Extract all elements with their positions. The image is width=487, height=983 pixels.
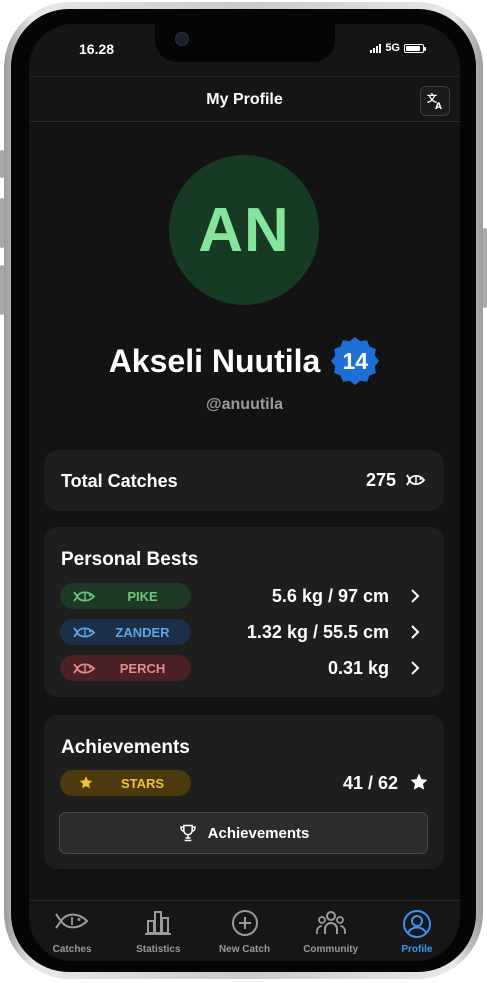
personal-best-row-pike[interactable]: PIKE 5.6 kg / 97 cm: [44, 583, 444, 609]
chevron-right-icon: [411, 661, 420, 675]
tab-label: Catches: [52, 944, 92, 955]
avatar: AN: [169, 155, 319, 305]
tab-community[interactable]: Community: [288, 901, 374, 961]
tab-profile[interactable]: Profile: [374, 901, 460, 961]
tab-new-catch[interactable]: New Catch: [201, 901, 287, 961]
species-pill: PERCH: [60, 655, 191, 681]
tab-label: New Catch: [218, 944, 271, 955]
personal-best-value: 5.6 kg / 97 cm: [271, 586, 389, 606]
tab-catches[interactable]: Catches: [29, 901, 115, 961]
total-catches-label: Total Catches: [61, 471, 178, 491]
front-camera: [175, 32, 189, 46]
achievements-button[interactable]: Achievements: [59, 812, 428, 854]
name-row: Akseli Nuutila 14: [29, 336, 460, 386]
plus-circle-icon: [201, 909, 287, 937]
fish-icon: [29, 909, 115, 933]
tab-label: Community: [303, 944, 359, 955]
screen: 16.28 5G My Profile 文 A AN Akseli Nuutil…: [29, 24, 460, 961]
tab-statistics[interactable]: Statistics: [115, 901, 201, 961]
star-icon: [410, 773, 428, 790]
achievements-button-label: Achievements: [207, 824, 310, 842]
trophy-icon: [179, 824, 196, 842]
signal-icon: [370, 43, 382, 53]
achievements-title: Achievements: [61, 737, 190, 758]
chevron-right-icon: [411, 625, 420, 639]
tab-label: Statistics: [136, 944, 181, 955]
stars-pill: STARS: [60, 770, 191, 796]
total-catches-value: 275: [365, 470, 396, 490]
avatar-initials: AN: [198, 195, 290, 265]
action-button: [0, 150, 4, 178]
personal-best-row-perch[interactable]: PERCH 0.31 kg: [44, 655, 444, 681]
personal-bests-card: Personal Bests PIKE 5.6 kg / 97 cm ZANDE…: [44, 527, 444, 697]
personal-best-value: 1.32 kg / 55.5 cm: [246, 622, 389, 642]
page-title: My Profile: [206, 91, 283, 108]
volume-up-button: [0, 198, 4, 248]
volume-down-button: [0, 265, 4, 315]
header-bar: My Profile 文 A: [29, 76, 460, 122]
status-time: 16.28: [79, 41, 115, 57]
fish-icon: [406, 474, 426, 486]
tab-label: Profile: [401, 944, 433, 955]
user-handle: @anuutila: [206, 396, 283, 413]
chevron-right-icon: [411, 589, 420, 603]
translate-button[interactable]: 文 A: [420, 86, 450, 116]
species-label: PERCH: [119, 660, 166, 676]
species-label: ZANDER: [115, 624, 170, 640]
achievements-card: Achievements STARS 41 / 62 Achievements: [44, 715, 444, 869]
level-value: 14: [342, 348, 369, 374]
network-label: 5G: [385, 42, 400, 54]
svg-text:A: A: [435, 102, 442, 110]
tab-bar: Catches Statistics New Catch Community P…: [29, 900, 460, 961]
user-name: Akseli Nuutila: [108, 342, 321, 379]
species-pill: ZANDER: [60, 619, 191, 645]
battery-icon: [404, 43, 426, 53]
personal-bests-title: Personal Bests: [61, 549, 199, 570]
power-button: [483, 228, 487, 308]
status-indicators: 5G: [370, 42, 426, 54]
stars-label: STARS: [120, 775, 165, 791]
level-badge: 14: [330, 336, 380, 386]
species-pill: PIKE: [60, 583, 191, 609]
stars-row: STARS 41 / 62: [44, 770, 444, 796]
user-circle-icon: [374, 909, 460, 939]
species-label: PIKE: [127, 588, 158, 604]
total-catches-card[interactable]: Total Catches 275: [44, 450, 444, 511]
personal-best-value: 0.31 kg: [327, 658, 389, 678]
stars-value: 41 / 62: [342, 773, 398, 793]
people-icon: [288, 909, 374, 937]
translate-icon: 文 A: [427, 92, 442, 110]
personal-best-row-zander[interactable]: ZANDER 1.32 kg / 55.5 cm: [44, 619, 444, 645]
bar-chart-icon: [115, 909, 201, 937]
